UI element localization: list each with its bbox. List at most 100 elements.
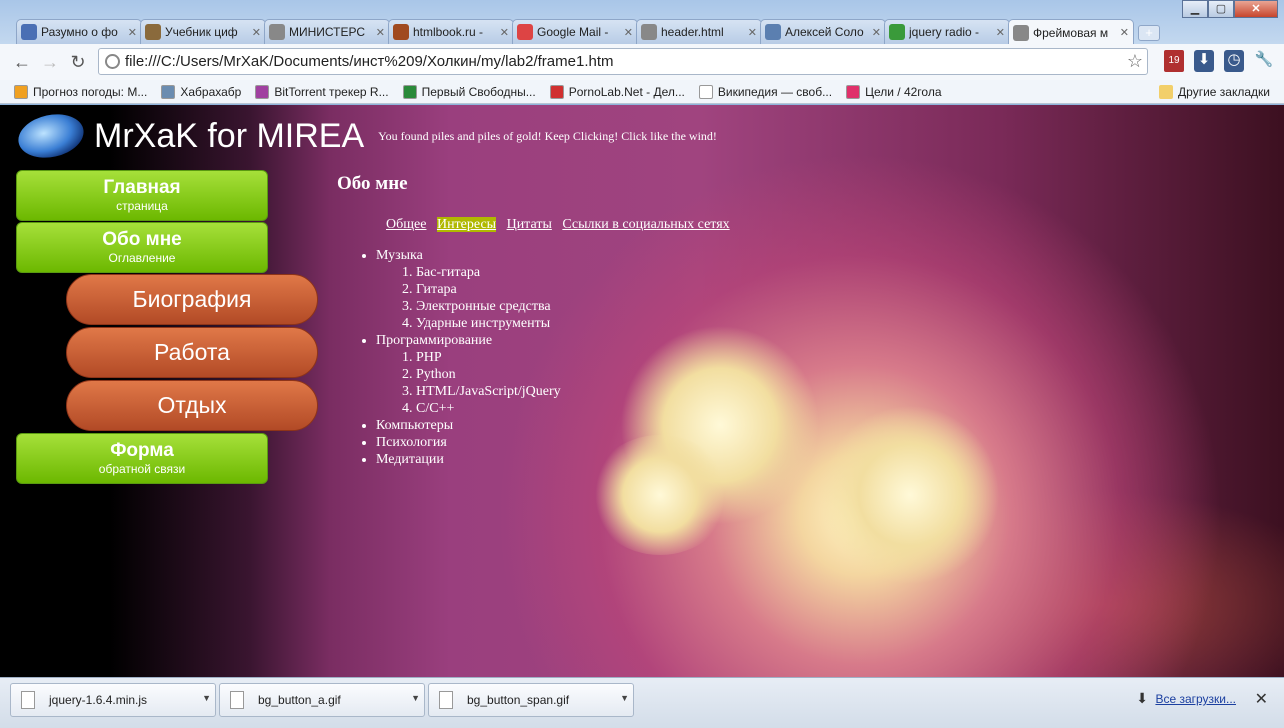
download-filename: bg_button_a.gif (258, 693, 341, 707)
subnav-general[interactable]: Общее (386, 217, 426, 232)
favicon-icon (641, 24, 657, 40)
browser-tab[interactable]: Фреймовая м ✕ (1008, 19, 1134, 45)
close-window-button[interactable]: ✕ (1234, 0, 1278, 18)
bookmark-item[interactable]: BitTorrent трекер R... (255, 84, 389, 99)
list-item: Бас-гитара (416, 264, 828, 281)
browser-tab[interactable]: jquery radio - ✕ (884, 19, 1010, 44)
menu-work-button[interactable]: Работа (66, 327, 318, 378)
bookmark-item[interactable]: Первый Свободны... (402, 84, 536, 99)
address-bar[interactable]: file:///C:/Users/MrXaK/Documents/инст%20… (98, 48, 1148, 75)
all-downloads-link[interactable]: Все загрузки... (1155, 692, 1236, 706)
close-tab-icon[interactable]: ✕ (748, 26, 757, 39)
favicon-icon (889, 24, 905, 40)
list-item: C/C++ (416, 400, 828, 417)
reload-button[interactable]: ↻ (64, 52, 92, 73)
close-tab-icon[interactable]: ✕ (996, 26, 1005, 39)
dropdown-arrow-icon[interactable]: ▼ (202, 693, 211, 703)
subnav-quotes[interactable]: Цитаты (507, 217, 552, 232)
browser-toolbar: ← → ↻ file:///C:/Users/MrXaK/Documents/и… (0, 44, 1284, 80)
download-filename: bg_button_span.gif (467, 693, 570, 707)
download-filename: jquery-1.6.4.min.js (49, 693, 148, 707)
bookmark-item[interactable]: Цели / 42гола (846, 84, 942, 99)
browser-tab[interactable]: Учебник циф ✕ (140, 19, 266, 44)
dropdown-arrow-icon[interactable]: ▼ (620, 693, 629, 703)
browser-tab[interactable]: header.html ✕ (636, 19, 762, 44)
menu-form-button[interactable]: Форма обратной связи (16, 433, 268, 484)
wrench-icon[interactable]: 🔧 (1254, 50, 1274, 72)
programming-list: PHP Python HTML/JavaScript/jQuery C/C++ (416, 349, 828, 417)
close-tab-icon[interactable]: ✕ (1120, 26, 1129, 39)
interests-list: Музыка Бас-гитара Гитара Электронные сре… (376, 247, 828, 468)
browser-tab[interactable]: Алексей Соло ✕ (760, 19, 886, 44)
bookmark-item[interactable]: PornoLab.Net - Дел... (549, 84, 685, 99)
browser-tab[interactable]: htmlbook.ru - ✕ (388, 19, 514, 44)
other-bookmarks[interactable]: Другие закладки (1159, 84, 1270, 99)
menu-form-label: Форма (110, 440, 174, 461)
extension-icon[interactable]: 19 (1164, 50, 1184, 72)
list-item: Ударные инструменты (416, 315, 828, 332)
close-tab-icon[interactable]: ✕ (376, 26, 385, 39)
clock-extension-icon[interactable]: ◷ (1224, 50, 1244, 72)
fractal-decoration (820, 405, 1000, 585)
programming-label: Программирование (376, 333, 493, 348)
forward-button[interactable]: → (36, 52, 64, 73)
content-frame: Обо мне Общее Интересы Цитаты Ссылки в с… (328, 161, 828, 468)
tab-title: jquery radio - (909, 25, 980, 39)
list-item: Python (416, 366, 828, 383)
bookmark-label: Википедия — своб... (717, 84, 833, 99)
bookmark-favicon-icon (846, 84, 861, 99)
close-downloads-icon[interactable]: ✕ (1255, 689, 1268, 709)
bookmark-label: Цели / 42гола (865, 84, 942, 99)
bookmark-item[interactable]: Википедия — своб... (698, 84, 833, 99)
bookmark-favicon-icon (161, 84, 176, 99)
maximize-button[interactable]: ▢ (1208, 0, 1234, 18)
favicon-icon (145, 24, 161, 40)
download-item[interactable]: bg_button_a.gif ▼ (219, 683, 425, 717)
menu-rest-button[interactable]: Отдых (66, 380, 318, 431)
bookmark-favicon-icon (402, 84, 417, 99)
list-item: Гитара (416, 281, 828, 298)
bookmark-favicon-icon (698, 84, 713, 99)
download-item[interactable]: bg_button_span.gif ▼ (428, 683, 634, 717)
subnav-interests[interactable]: Интересы (436, 217, 497, 232)
dropdown-arrow-icon[interactable]: ▼ (411, 693, 420, 703)
close-tab-icon[interactable]: ✕ (128, 26, 137, 39)
new-tab-button[interactable]: + (1138, 25, 1160, 41)
close-tab-icon[interactable]: ✕ (500, 26, 509, 39)
close-tab-icon[interactable]: ✕ (624, 26, 633, 39)
menu-home-button[interactable]: Главная страница (16, 170, 268, 221)
browser-tab[interactable]: Google Mail - ✕ (512, 19, 638, 44)
tab-title: Google Mail - (537, 25, 609, 39)
browser-tab[interactable]: МИНИСТЕРС ✕ (264, 19, 390, 44)
sub-navigation: Общее Интересы Цитаты Ссылки в социальны… (386, 217, 828, 233)
side-menu: Главная страница Обо мне Оглавление Биогра… (16, 170, 318, 485)
favicon-icon (517, 24, 533, 40)
minimize-button[interactable]: ▁ (1182, 0, 1208, 18)
subnav-social-links[interactable]: Ссылки в социальных сетях (562, 217, 729, 232)
favicon-icon (21, 24, 37, 40)
section-heading: Обо мне (337, 173, 408, 194)
tab-title: Алексей Соло (785, 25, 864, 39)
browser-tab[interactable]: Разумно о фо ✕ (16, 19, 142, 44)
close-tab-icon[interactable]: ✕ (872, 26, 881, 39)
tab-title: Фреймовая м (1033, 25, 1109, 40)
list-item: PHP (416, 349, 828, 366)
bookmark-item[interactable]: Хабрахабр (161, 84, 241, 99)
other-bookmarks-label: Другие закладки (1178, 84, 1270, 99)
download-item[interactable]: jquery-1.6.4.min.js ▼ (10, 683, 216, 717)
favicon-icon (393, 24, 409, 40)
menu-about-button[interactable]: Обо мне Оглавление (16, 222, 268, 273)
bookmark-item[interactable]: Прогноз погоды: М... (14, 84, 147, 99)
list-item: Электронные средства (416, 298, 828, 315)
menu-about-sub: Оглавление (108, 251, 176, 265)
back-button[interactable]: ← (8, 52, 36, 73)
close-tab-icon[interactable]: ✕ (252, 26, 261, 39)
menu-bio-button[interactable]: Биография (66, 274, 318, 325)
bookmark-favicon-icon (14, 84, 28, 99)
page-globe-icon (105, 54, 120, 69)
favicon-icon (269, 24, 285, 40)
site-tagline: You found piles and piles of gold! Keep … (378, 128, 717, 143)
download-extension-icon[interactable]: ⬇ (1194, 50, 1214, 72)
favicon-icon (1013, 24, 1029, 41)
bookmark-star-icon[interactable]: ☆ (1127, 49, 1143, 74)
